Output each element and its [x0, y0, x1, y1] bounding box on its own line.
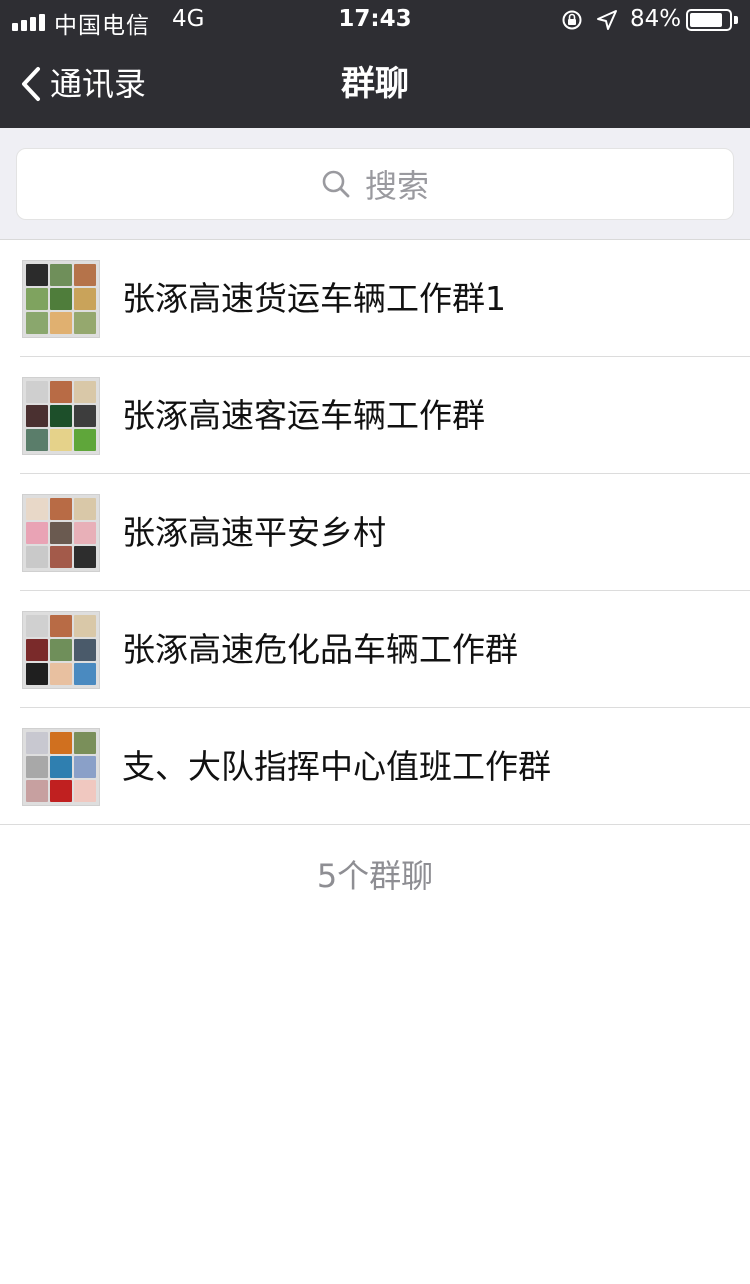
group-avatar	[22, 260, 100, 338]
member-avatar-tile	[50, 288, 72, 310]
member-avatar-tile	[50, 498, 72, 520]
group-row[interactable]: 张涿高速货运车辆工作群1	[0, 240, 750, 357]
top-bar: 中国电信 4G 17:43 84% 通讯录 群聊	[0, 0, 750, 128]
battery-percent: 84%	[630, 6, 682, 32]
member-avatar-tile	[50, 732, 72, 754]
member-avatar-tile	[74, 780, 96, 802]
member-avatar-tile	[74, 381, 96, 403]
member-avatar-tile	[26, 546, 48, 568]
member-avatar-tile	[50, 522, 72, 544]
group-row[interactable]: 张涿高速危化品车辆工作群	[0, 591, 750, 708]
member-avatar-tile	[50, 639, 72, 661]
member-avatar-tile	[26, 780, 48, 802]
member-avatar-tile	[26, 381, 48, 403]
group-name: 支、大队指挥中心值班工作群	[122, 747, 551, 786]
status-bar: 中国电信 4G 17:43 84%	[0, 0, 750, 40]
group-avatar	[22, 377, 100, 455]
group-avatar	[22, 728, 100, 806]
member-avatar-tile	[26, 264, 48, 286]
location-arrow-icon	[597, 10, 617, 30]
member-avatar-tile	[26, 756, 48, 778]
search-icon	[322, 170, 350, 198]
group-name: 张涿高速危化品车辆工作群	[122, 630, 518, 669]
group-list: 张涿高速货运车辆工作群1 张涿高速客运车辆工作群 张涿高速平安乡村张涿高速危化品车辆…	[0, 240, 750, 825]
group-row[interactable]: 张涿高速客运车辆工作群	[0, 357, 750, 474]
member-avatar-tile	[74, 498, 96, 520]
group-avatar	[22, 611, 100, 689]
member-avatar-tile	[50, 663, 72, 685]
member-avatar-tile	[74, 429, 96, 451]
group-name: 张涿高速货运车辆工作群1	[122, 279, 506, 318]
member-avatar-tile	[50, 429, 72, 451]
battery-tip	[734, 16, 738, 24]
page-title: 群聊	[341, 64, 409, 104]
member-avatar-tile	[50, 756, 72, 778]
member-avatar-tile	[50, 546, 72, 568]
member-avatar-tile	[74, 522, 96, 544]
member-avatar-tile	[50, 381, 72, 403]
rotation-lock-icon	[562, 10, 582, 30]
battery-icon	[686, 9, 732, 31]
search-placeholder: 搜索	[364, 167, 429, 205]
battery-level	[690, 13, 722, 27]
member-avatar-tile	[74, 264, 96, 286]
member-avatar-tile	[26, 732, 48, 754]
member-avatar-tile	[26, 663, 48, 685]
member-avatar-tile	[26, 405, 48, 427]
member-avatar-tile	[74, 756, 96, 778]
member-avatar-tile	[74, 639, 96, 661]
member-avatar-tile	[74, 546, 96, 568]
group-avatar	[22, 494, 100, 572]
member-avatar-tile	[26, 312, 48, 334]
member-avatar-tile	[26, 639, 48, 661]
navigation-bar: 通讯录 群聊	[0, 40, 750, 128]
member-avatar-tile	[74, 732, 96, 754]
member-avatar-tile	[50, 780, 72, 802]
member-avatar-tile	[50, 405, 72, 427]
member-avatar-tile	[26, 498, 48, 520]
search-area: 搜索	[0, 128, 750, 240]
member-avatar-tile	[26, 522, 48, 544]
member-avatar-tile	[74, 312, 96, 334]
member-avatar-tile	[50, 264, 72, 286]
row-divider	[0, 824, 750, 825]
member-avatar-tile	[74, 663, 96, 685]
group-row[interactable]: 支、大队指挥中心值班工作群	[0, 708, 750, 825]
member-avatar-tile	[74, 288, 96, 310]
member-avatar-tile	[26, 429, 48, 451]
group-name: 张涿高速客运车辆工作群	[122, 396, 485, 435]
member-avatar-tile	[50, 312, 72, 334]
member-avatar-tile	[74, 615, 96, 637]
member-avatar-tile	[26, 288, 48, 310]
group-name: 张涿高速平安乡村	[122, 513, 386, 552]
member-avatar-tile	[50, 615, 72, 637]
member-avatar-tile	[26, 615, 48, 637]
group-count: 5个群聊	[316, 857, 434, 895]
group-row[interactable]: 张涿高速平安乡村	[0, 474, 750, 591]
member-avatar-tile	[74, 405, 96, 427]
search-input[interactable]: 搜索	[16, 148, 734, 220]
